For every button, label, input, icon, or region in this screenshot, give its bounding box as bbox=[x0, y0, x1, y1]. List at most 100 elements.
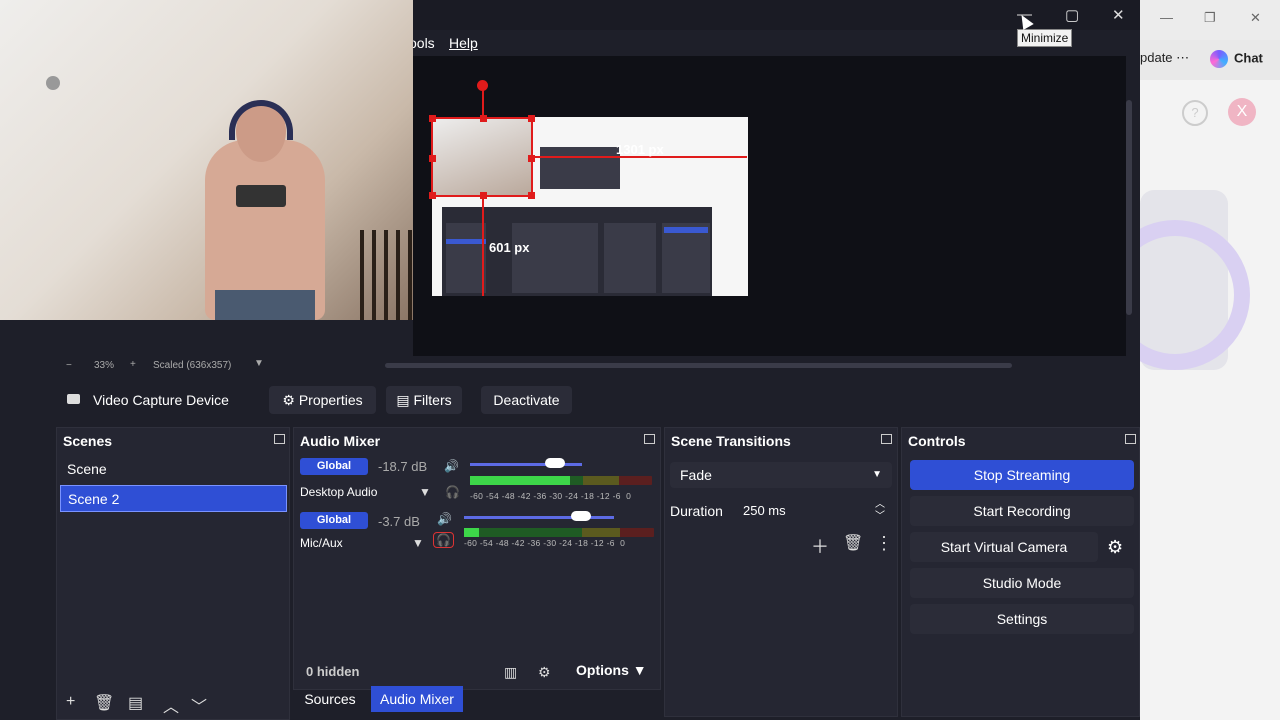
nested-controls bbox=[662, 223, 710, 293]
nested-screen-capture bbox=[540, 147, 620, 189]
bg-maximize-icon[interactable]: ❐ bbox=[1204, 10, 1216, 26]
level-meter bbox=[470, 476, 652, 485]
resize-handle[interactable] bbox=[429, 115, 436, 122]
add-transition-icon[interactable]: ＋ bbox=[811, 533, 829, 559]
vertical-scrollbar[interactable] bbox=[1126, 100, 1132, 315]
headphone-icon[interactable]: 🎧 bbox=[433, 532, 454, 548]
float-dock-icon[interactable] bbox=[1125, 434, 1136, 444]
resize-handle[interactable] bbox=[429, 192, 436, 199]
hidden-count: 0 hidden bbox=[306, 664, 360, 679]
close-icon[interactable]: ✕ bbox=[1112, 6, 1125, 24]
tab-sources[interactable]: Sources bbox=[293, 686, 367, 712]
global-badge[interactable]: Global bbox=[300, 512, 368, 529]
camera-icon bbox=[67, 394, 80, 404]
global-badge[interactable]: Global bbox=[300, 458, 368, 475]
options-button[interactable]: Options ▼ bbox=[576, 662, 647, 678]
channel-db: -18.7 dB bbox=[378, 459, 428, 474]
duration-label: Duration bbox=[670, 503, 723, 519]
start-recording-button[interactable]: Start Recording bbox=[910, 496, 1134, 526]
resize-handle[interactable] bbox=[528, 155, 535, 162]
copilot-icon bbox=[1210, 50, 1228, 68]
float-dock-icon[interactable] bbox=[881, 434, 892, 444]
chat-button[interactable]: Chat bbox=[1210, 50, 1263, 68]
move-up-icon[interactable]: ︿ bbox=[163, 693, 179, 717]
update-button[interactable]: pdate ⋯ bbox=[1140, 50, 1189, 66]
resize-handle[interactable] bbox=[480, 192, 487, 199]
volume-knob[interactable] bbox=[571, 511, 591, 521]
rotation-handle[interactable] bbox=[477, 80, 488, 91]
chevron-down-icon[interactable]: ﹀ bbox=[875, 504, 885, 530]
background-titlebar: — ❐ ✕ bbox=[1140, 0, 1280, 40]
headphone-icon[interactable]: 🎧 bbox=[445, 485, 460, 499]
chat-label: Chat bbox=[1234, 50, 1263, 66]
zoom-out-button[interactable]: − bbox=[66, 360, 72, 371]
scale-text: Scaled (636x357) bbox=[153, 360, 232, 371]
volume-knob[interactable] bbox=[545, 458, 566, 468]
layout-icon[interactable]: ▥ bbox=[504, 664, 517, 681]
scenes-dock: Scenes Scene Scene 2 + 🗑 ▤ ︿ ﹀ bbox=[56, 427, 290, 720]
mixer-settings-icon[interactable]: ⚙ bbox=[538, 664, 551, 681]
minimize-tooltip: Minimize bbox=[1017, 29, 1073, 47]
zoom-in-button[interactable]: + bbox=[130, 359, 136, 370]
bg-minimize-icon[interactable]: — bbox=[1160, 10, 1173, 25]
float-dock-icon[interactable] bbox=[274, 434, 285, 444]
studio-mode-button[interactable]: Studio Mode bbox=[910, 568, 1134, 598]
chevron-down-icon[interactable]: ▼ bbox=[419, 485, 431, 499]
resize-handle[interactable] bbox=[528, 115, 535, 122]
selection-box[interactable] bbox=[429, 115, 535, 199]
move-down-icon[interactable]: ﹀ bbox=[191, 693, 207, 717]
scene-item-selected[interactable]: Scene 2 bbox=[60, 485, 287, 512]
virtual-camera-settings-icon[interactable]: ⚙ bbox=[1107, 537, 1123, 558]
close-circle-icon[interactable]: X bbox=[1228, 98, 1256, 126]
scene-item[interactable]: Scene bbox=[60, 456, 287, 483]
options-label: Options bbox=[576, 662, 629, 678]
transition-value: Fade bbox=[680, 467, 712, 483]
duration-value: 250 ms bbox=[743, 503, 786, 518]
filter-icon: ▤ bbox=[396, 392, 414, 408]
ceiling-lamp bbox=[46, 76, 60, 90]
nested-mixer bbox=[512, 223, 598, 293]
float-dock-icon[interactable] bbox=[644, 434, 655, 444]
channel-db: -3.7 dB bbox=[378, 514, 420, 529]
volume-slider[interactable] bbox=[470, 463, 582, 466]
level-meter bbox=[464, 528, 654, 537]
filters-button[interactable]: ▤ Filters bbox=[386, 386, 462, 414]
remove-scene-icon[interactable]: 🗑 bbox=[94, 693, 114, 713]
bottom-tabs: Sources Audio Mixer bbox=[293, 686, 661, 712]
properties-button[interactable]: ⚙ Properties bbox=[269, 386, 376, 414]
resize-handle[interactable] bbox=[429, 155, 436, 162]
resize-handle[interactable] bbox=[528, 192, 535, 199]
controls-title: Controls bbox=[908, 433, 966, 449]
scale-dropdown-icon[interactable]: ▼ bbox=[254, 358, 264, 369]
transition-select[interactable]: Fade ▼ bbox=[670, 462, 892, 488]
tab-audio-mixer[interactable]: Audio Mixer bbox=[371, 686, 463, 712]
duration-input[interactable]: 250 ms ︿ ﹀ bbox=[743, 498, 891, 524]
maximize-icon[interactable]: ▢ bbox=[1065, 6, 1079, 24]
level-meter-fill bbox=[464, 528, 480, 537]
more-options-icon[interactable]: ⋮ bbox=[875, 533, 893, 554]
chevron-down-icon[interactable]: ▼ bbox=[412, 536, 424, 550]
help-icon[interactable]: ? bbox=[1182, 100, 1208, 126]
menu-help[interactable]: Help bbox=[449, 35, 478, 51]
scene-filters-icon[interactable]: ▤ bbox=[128, 693, 143, 713]
bg-close-icon[interactable]: ✕ bbox=[1250, 10, 1261, 26]
properties-label: Properties bbox=[298, 392, 363, 408]
remove-transition-icon[interactable]: 🗑 bbox=[843, 533, 863, 553]
deactivate-button[interactable]: Deactivate bbox=[481, 386, 572, 414]
add-scene-icon[interactable]: + bbox=[66, 693, 75, 711]
filters-label: Filters bbox=[413, 392, 452, 408]
level-meter-fill bbox=[470, 476, 571, 485]
scenes-title: Scenes bbox=[63, 433, 113, 449]
settings-button[interactable]: Settings bbox=[910, 604, 1134, 634]
horizontal-scrollbar[interactable] bbox=[385, 363, 1012, 368]
start-virtual-camera-button[interactable]: Start Virtual Camera bbox=[910, 532, 1098, 562]
speaker-icon[interactable]: 🔊 bbox=[437, 512, 452, 526]
volume-slider[interactable] bbox=[464, 516, 614, 519]
speaker-icon[interactable]: 🔊 bbox=[444, 459, 459, 473]
stop-streaming-button[interactable]: Stop Streaming bbox=[910, 460, 1134, 490]
resize-handle[interactable] bbox=[480, 115, 487, 122]
nested-stop-streaming bbox=[664, 227, 708, 233]
meter-ticks: -60 -54 -48 -42 -36 -30 -24 -18 -12 -6 0 bbox=[464, 538, 626, 548]
chevron-down-icon: ▼ bbox=[872, 469, 882, 480]
nested-scenes bbox=[446, 223, 486, 293]
